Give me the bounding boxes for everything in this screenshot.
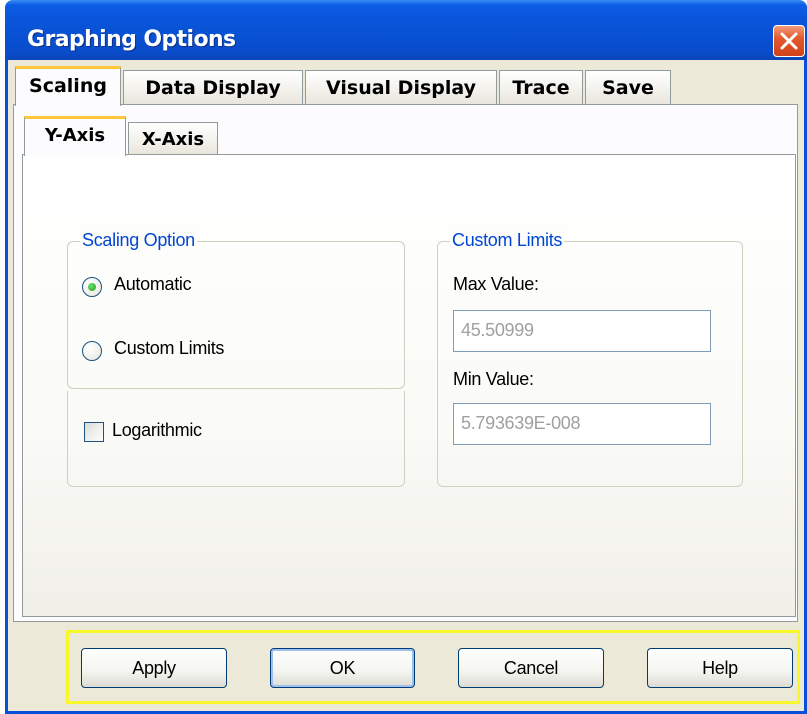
tab-y-axis[interactable]: Y-Axis [24,116,126,156]
ok-button[interactable]: OK [270,648,415,688]
custom-limits-label[interactable]: Custom Limits [114,338,224,359]
help-button[interactable]: Help [647,648,793,688]
cancel-button[interactable]: Cancel [458,648,604,688]
tab-data-display[interactable]: Data Display [123,70,303,104]
max-value-field[interactable]: 45.50999 [453,310,711,352]
scaling-option-legend: Scaling Option [80,230,197,251]
min-value-label: Min Value: [453,369,534,389]
y-axis-tab-panel: Scaling Option Automatic Custom Limits L… [22,154,796,617]
tab-trace[interactable]: Trace [499,70,583,104]
custom-limits-radio[interactable] [82,341,102,361]
tab-scaling[interactable]: Scaling [15,66,121,106]
tab-visual-display[interactable]: Visual Display [305,70,497,104]
close-icon [780,32,798,50]
dialog-button-bar: Apply OK Cancel Help [66,630,800,704]
max-value-label: Max Value: [453,274,539,294]
automatic-label[interactable]: Automatic [114,274,192,295]
apply-button[interactable]: Apply [81,648,227,688]
tab-save[interactable]: Save [585,70,671,104]
min-value-field[interactable]: 5.793639E-008 [453,403,711,445]
logarithmic-checkbox[interactable] [84,422,104,442]
scaling-option-group: Scaling Option [67,230,405,389]
close-button[interactable] [773,25,805,57]
window-title: Graphing Options [27,27,236,52]
automatic-radio[interactable] [82,277,102,297]
tab-x-axis[interactable]: X-Axis [128,122,218,154]
logarithmic-label[interactable]: Logarithmic [112,420,202,441]
custom-limits-legend: Custom Limits [450,230,565,251]
title-bar[interactable]: Graphing Options [5,0,807,60]
radio-selected-dot [88,283,96,291]
